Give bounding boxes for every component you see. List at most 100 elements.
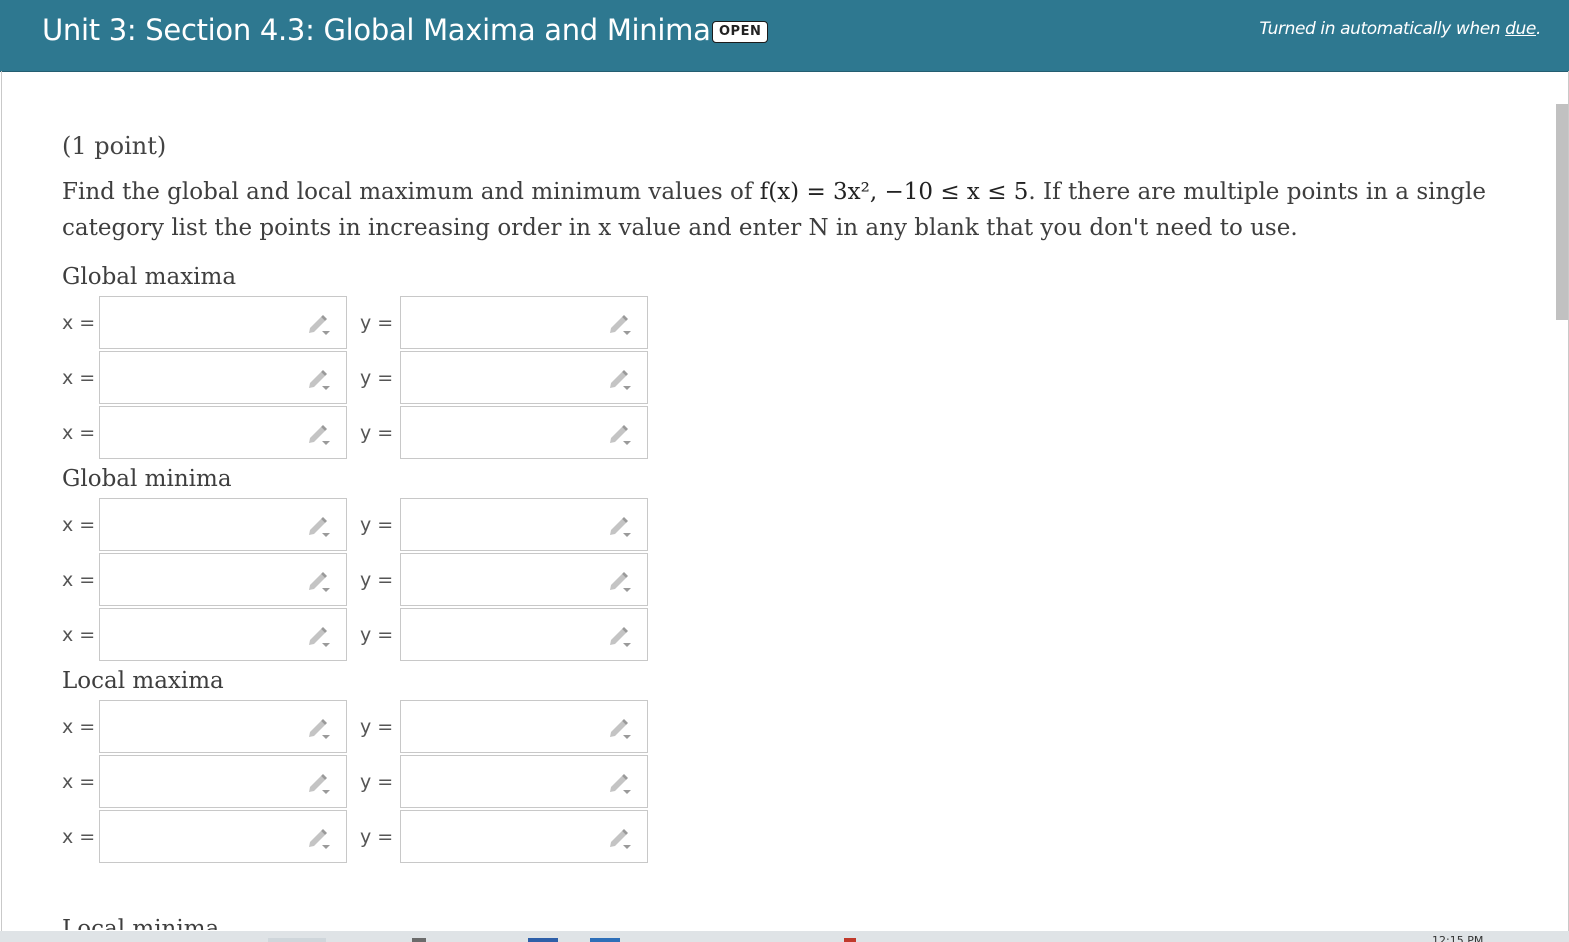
x-answer-input[interactable]: [106, 764, 300, 800]
pencil-icon[interactable]: [306, 624, 332, 648]
y-answer-field[interactable]: [400, 810, 648, 863]
y-answer-field[interactable]: [400, 498, 648, 551]
x-answer-input[interactable]: [106, 819, 300, 855]
y-label: y =: [360, 771, 394, 793]
x-answer-input[interactable]: [106, 709, 300, 745]
docs-taskbar-icon[interactable]: [528, 938, 558, 942]
x-label: x =: [62, 312, 96, 334]
y-answer-input[interactable]: [407, 415, 601, 451]
x-answer-field[interactable]: [99, 351, 347, 404]
y-answer-input[interactable]: [407, 709, 601, 745]
taskbar-clock: 12:15 PM: [1432, 935, 1484, 942]
y-answer-field[interactable]: [400, 406, 648, 459]
due-link[interactable]: due: [1505, 19, 1536, 39]
y-answer-field[interactable]: [400, 608, 648, 661]
y-answer-input[interactable]: [407, 562, 601, 598]
x-label: x =: [62, 826, 96, 848]
pencil-icon[interactable]: [306, 514, 332, 538]
x-answer-input[interactable]: [106, 507, 300, 543]
app-taskbar-icon[interactable]: [590, 938, 620, 942]
x-label: x =: [62, 514, 96, 536]
scrollbar[interactable]: [1556, 104, 1568, 931]
x-answer-input[interactable]: [106, 360, 300, 396]
assignment-header: Unit 3: Section 4.3: Global Maxima and M…: [0, 0, 1569, 72]
taskbar: [0, 931, 1569, 942]
turned-in-text: Turned in automatically when: [1259, 19, 1506, 39]
x-answer-field[interactable]: [99, 406, 347, 459]
answer-row: x = y =: [62, 700, 1512, 755]
y-answer-input[interactable]: [407, 507, 601, 543]
y-answer-field[interactable]: [400, 351, 648, 404]
pencil-icon[interactable]: [607, 312, 633, 336]
y-label: y =: [360, 826, 394, 848]
y-answer-field[interactable]: [400, 296, 648, 349]
scrollbar-thumb[interactable]: [1556, 104, 1568, 320]
answer-row: x = y =: [62, 553, 1512, 608]
answer-row: x = y =: [62, 406, 1512, 461]
x-answer-field[interactable]: [99, 810, 347, 863]
question-start: Find the global and local maximum and mi…: [62, 179, 760, 205]
y-answer-input[interactable]: [407, 764, 601, 800]
section-title-partial: Local minima: [62, 918, 219, 930]
pencil-icon[interactable]: [607, 826, 633, 850]
pencil-icon[interactable]: [607, 771, 633, 795]
pencil-icon[interactable]: [306, 312, 332, 336]
chrome-taskbar-icon[interactable]: [268, 938, 326, 942]
y-answer-input[interactable]: [407, 819, 601, 855]
pencil-icon[interactable]: [306, 716, 332, 740]
status-badge: OPEN: [712, 21, 769, 43]
y-answer-input[interactable]: [407, 305, 601, 341]
x-label: x =: [62, 771, 96, 793]
section-title: Global minima: [62, 466, 232, 492]
pencil-icon[interactable]: [306, 422, 332, 446]
y-answer-input[interactable]: [407, 617, 601, 653]
y-answer-field[interactable]: [400, 553, 648, 606]
pencil-icon[interactable]: [607, 514, 633, 538]
y-answer-input[interactable]: [407, 360, 601, 396]
pencil-icon[interactable]: [607, 422, 633, 446]
answer-row: x = y =: [62, 296, 1512, 351]
answer-row: x = y =: [62, 810, 1512, 865]
x-answer-input[interactable]: [106, 562, 300, 598]
x-label: x =: [62, 367, 96, 389]
pencil-icon[interactable]: [306, 367, 332, 391]
x-answer-input[interactable]: [106, 305, 300, 341]
section-title: Global maxima: [62, 264, 237, 290]
x-answer-field[interactable]: [99, 498, 347, 551]
red-taskbar-icon[interactable]: [844, 938, 856, 942]
pencil-icon[interactable]: [607, 367, 633, 391]
x-answer-field[interactable]: [99, 755, 347, 808]
y-label: y =: [360, 716, 394, 738]
section-local-maxima: Local maxima x = y = x = y = x = y =: [62, 663, 1512, 865]
pencil-icon[interactable]: [607, 569, 633, 593]
y-label: y =: [360, 569, 394, 591]
problem-content: (1 point) Find the global and local maxi…: [62, 132, 1512, 865]
answer-row: x = y =: [62, 351, 1512, 406]
answer-row: x = y =: [62, 755, 1512, 810]
x-label: x =: [62, 422, 96, 444]
pencil-icon[interactable]: [306, 826, 332, 850]
section-global-maxima: Global maxima x = y = x = y = x = y =: [62, 259, 1512, 461]
x-answer-field[interactable]: [99, 608, 347, 661]
pencil-icon[interactable]: [607, 624, 633, 648]
x-label: x =: [62, 569, 96, 591]
y-answer-field[interactable]: [400, 755, 648, 808]
x-answer-input[interactable]: [106, 415, 300, 451]
function-expression: f(x) = 3x², −10 ≤ x ≤ 5: [759, 179, 1029, 205]
pencil-icon[interactable]: [306, 771, 332, 795]
answer-row: x = y =: [62, 608, 1512, 663]
x-label: x =: [62, 716, 96, 738]
question-text: Find the global and local maximum and mi…: [62, 174, 1512, 246]
files-taskbar-icon[interactable]: [412, 938, 426, 942]
y-answer-field[interactable]: [400, 700, 648, 753]
turned-in-suffix: .: [1535, 19, 1541, 39]
y-label: y =: [360, 312, 394, 334]
x-answer-field[interactable]: [99, 296, 347, 349]
x-answer-field[interactable]: [99, 553, 347, 606]
x-answer-input[interactable]: [106, 617, 300, 653]
y-label: y =: [360, 367, 394, 389]
point-value: (1 point): [62, 132, 167, 160]
pencil-icon[interactable]: [306, 569, 332, 593]
x-answer-field[interactable]: [99, 700, 347, 753]
pencil-icon[interactable]: [607, 716, 633, 740]
